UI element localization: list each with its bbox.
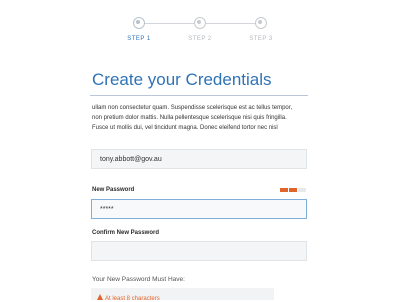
new-password-label: New Password xyxy=(92,187,135,193)
step-2-indicator xyxy=(194,17,206,29)
step-3-indicator xyxy=(255,17,267,29)
title-divider xyxy=(90,95,308,96)
password-strength-meter xyxy=(280,188,307,192)
strength-segment xyxy=(280,188,288,192)
confirm-password-label: Confirm New Password xyxy=(92,230,160,236)
description-line: Fusce ut mollis dui, vel tincidunt magna… xyxy=(92,125,278,131)
stepper-connector xyxy=(205,23,255,24)
requirements-list: At least 8 characters xyxy=(91,288,274,302)
page-title: Create your Credentials xyxy=(92,70,272,89)
progress-stepper: STEP 1 STEP 2 STEP 3 xyxy=(0,0,400,60)
requirement-item: At least 8 characters xyxy=(97,294,160,302)
strength-segment xyxy=(289,188,297,192)
description-text: ullam non consectetur quam. Suspendisse … xyxy=(92,103,310,133)
requirement-text: At least 8 characters xyxy=(105,296,160,302)
description-line: ullam non consectetur quam. Suspendisse … xyxy=(92,105,293,111)
step-1-label: STEP 1 xyxy=(127,36,151,42)
description-line: non pretium dolor mattis. Nulla pellente… xyxy=(92,115,287,121)
step-1-indicator xyxy=(133,17,145,29)
warning-icon xyxy=(97,294,105,302)
strength-segment xyxy=(298,188,306,192)
stepper-connector xyxy=(144,23,194,24)
new-password-field[interactable]: ***** xyxy=(91,199,307,219)
step-3-label: STEP 3 xyxy=(249,36,273,42)
requirements-title: Your New Password Must Have: xyxy=(92,276,185,283)
confirm-password-field[interactable] xyxy=(91,241,307,261)
email-field[interactable]: tony.abbott@gov.au xyxy=(91,149,307,169)
step-2-label: STEP 2 xyxy=(188,36,212,42)
